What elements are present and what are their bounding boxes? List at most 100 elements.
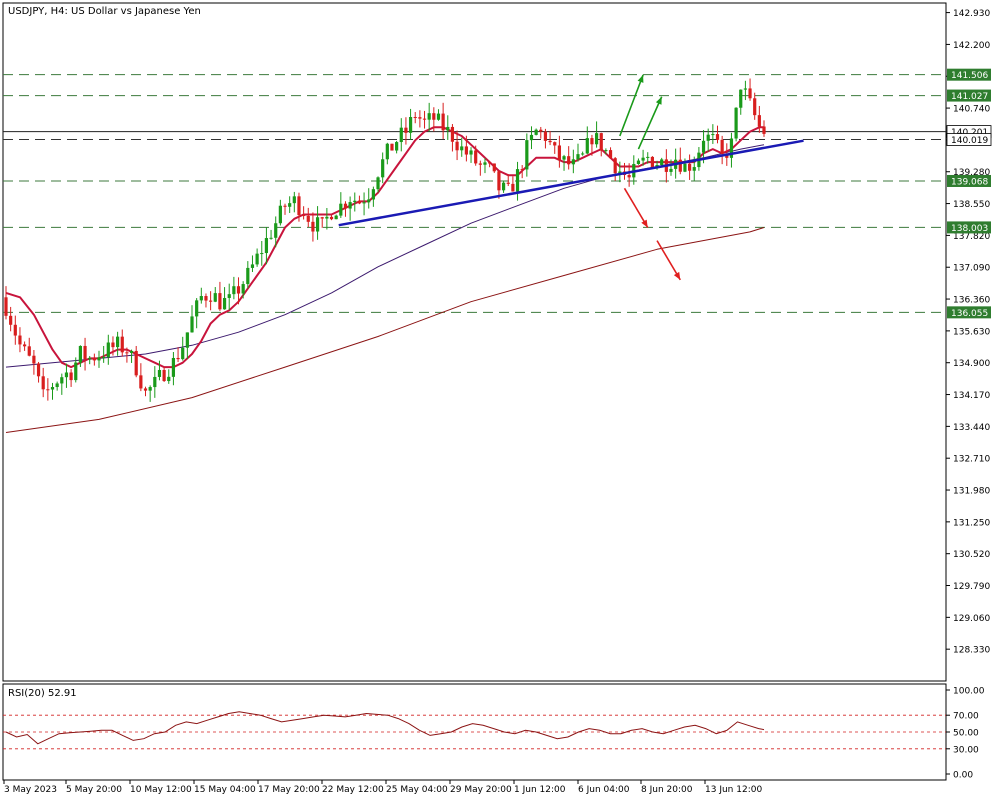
- price-tick-label: 134.900: [953, 359, 990, 369]
- bull-candle: [501, 182, 506, 191]
- bull-candle: [148, 387, 152, 391]
- price-axis: 142.930142.200141.470140.740140.010139.2…: [946, 9, 990, 656]
- bull-candle: [743, 88, 747, 90]
- bull-candle: [646, 156, 650, 158]
- bear-candle: [134, 350, 138, 376]
- bear-candle: [599, 133, 603, 151]
- bull-candle: [706, 134, 710, 141]
- bear-candle: [32, 355, 36, 364]
- bear-candle: [478, 163, 482, 165]
- price-tick-label: 135.630: [953, 327, 990, 337]
- bear-candle: [548, 140, 552, 143]
- bull-candle: [436, 113, 441, 120]
- bear-candle: [143, 388, 148, 391]
- time-tick-label: 29 May 20:00: [450, 785, 512, 795]
- bull-candle: [385, 143, 389, 160]
- bear-candle: [404, 127, 408, 133]
- bull-candle: [64, 372, 69, 378]
- bear-candle: [176, 357, 180, 360]
- bull-candle: [97, 357, 101, 361]
- bear-candle: [590, 138, 594, 145]
- bear-candle: [613, 158, 617, 174]
- bear-candle: [209, 300, 213, 302]
- bear-candle: [511, 183, 515, 192]
- bear-candle: [311, 221, 315, 232]
- bull-candle: [515, 169, 520, 192]
- bear-candle: [139, 375, 143, 389]
- bear-candle: [464, 146, 468, 155]
- bear-candle: [455, 141, 459, 151]
- bull-candle: [78, 345, 83, 363]
- chart-title: USDJPY, H4: US Dollar vs Japanese Yen: [8, 6, 201, 17]
- bull-candle: [199, 296, 203, 301]
- bear-candle: [111, 342, 115, 348]
- bull-candle: [190, 316, 194, 333]
- usdjpy-chart: 142.930142.200141.470140.740140.010139.2…: [0, 0, 1000, 800]
- bear-candle: [492, 163, 496, 172]
- bull-candle: [153, 376, 157, 388]
- bull-candle: [181, 347, 185, 360]
- rsi-tick-label: 0.00: [953, 771, 973, 781]
- bear-candle: [218, 293, 222, 310]
- bear-candle: [92, 358, 96, 361]
- bull-candle: [636, 160, 641, 164]
- bear-candle: [753, 98, 757, 116]
- rsi-tick-label: 50.00: [953, 729, 979, 739]
- bull-candle: [315, 217, 320, 232]
- price-tick-label: 142.200: [953, 41, 990, 51]
- bull-candle: [292, 196, 296, 204]
- bear-candle: [18, 335, 22, 345]
- price-tick-label: 128.330: [953, 646, 990, 656]
- bear-candle: [9, 315, 13, 325]
- bull-candle: [594, 133, 599, 145]
- time-tick-label: 3 May 2023: [4, 785, 57, 795]
- bear-candle: [283, 205, 287, 207]
- time-tick-label: 1 Jun 12:00: [514, 785, 566, 795]
- price-tick-label: 137.090: [953, 264, 990, 274]
- time-tick-label: 22 May 12:00: [322, 785, 384, 795]
- bull-candle: [106, 342, 110, 358]
- bull-candle: [334, 215, 338, 220]
- bull-candle: [88, 358, 92, 360]
- bull-candle: [362, 202, 366, 204]
- bull-candle: [641, 157, 645, 161]
- bull-candle: [562, 156, 566, 160]
- bull-candle: [739, 89, 743, 108]
- bull-candle: [74, 362, 78, 381]
- bull-candle: [585, 138, 589, 154]
- bear-candle: [236, 286, 241, 294]
- price-tick-label: 129.060: [953, 614, 990, 624]
- price-level-label: 138.003: [951, 224, 988, 234]
- rsi-tick-label: 30.00: [953, 745, 979, 755]
- bear-candle: [520, 169, 524, 171]
- rsi-label: RSI(20) 52.91: [8, 688, 77, 699]
- bull-candle: [701, 140, 706, 153]
- price-tick-label: 132.710: [953, 455, 990, 465]
- bull-candle: [116, 336, 120, 348]
- bear-candle: [567, 156, 571, 165]
- bear-candle: [27, 346, 31, 356]
- bear-candle: [120, 336, 124, 353]
- price-tick-label: 134.170: [953, 391, 990, 401]
- bull-candle: [446, 126, 450, 131]
- bear-candle: [757, 115, 761, 127]
- bull-candle: [264, 238, 269, 254]
- bull-candle: [348, 202, 352, 209]
- bull-candle: [260, 253, 264, 255]
- bear-candle: [627, 175, 631, 178]
- bull-candle: [167, 376, 171, 382]
- time-tick-label: 10 May 12:00: [130, 785, 192, 795]
- bear-candle: [41, 376, 45, 390]
- bull-candle: [367, 199, 371, 203]
- bull-candle: [692, 167, 696, 171]
- bull-candle: [483, 162, 487, 165]
- bull-candle: [274, 223, 278, 238]
- bear-candle: [320, 217, 324, 219]
- bull-candle: [60, 377, 64, 384]
- bear-candle: [83, 345, 87, 360]
- bull-candle: [669, 168, 673, 172]
- bear-candle: [720, 139, 724, 154]
- bull-candle: [250, 264, 255, 268]
- bull-candle: [408, 116, 413, 133]
- bear-candle: [687, 163, 692, 171]
